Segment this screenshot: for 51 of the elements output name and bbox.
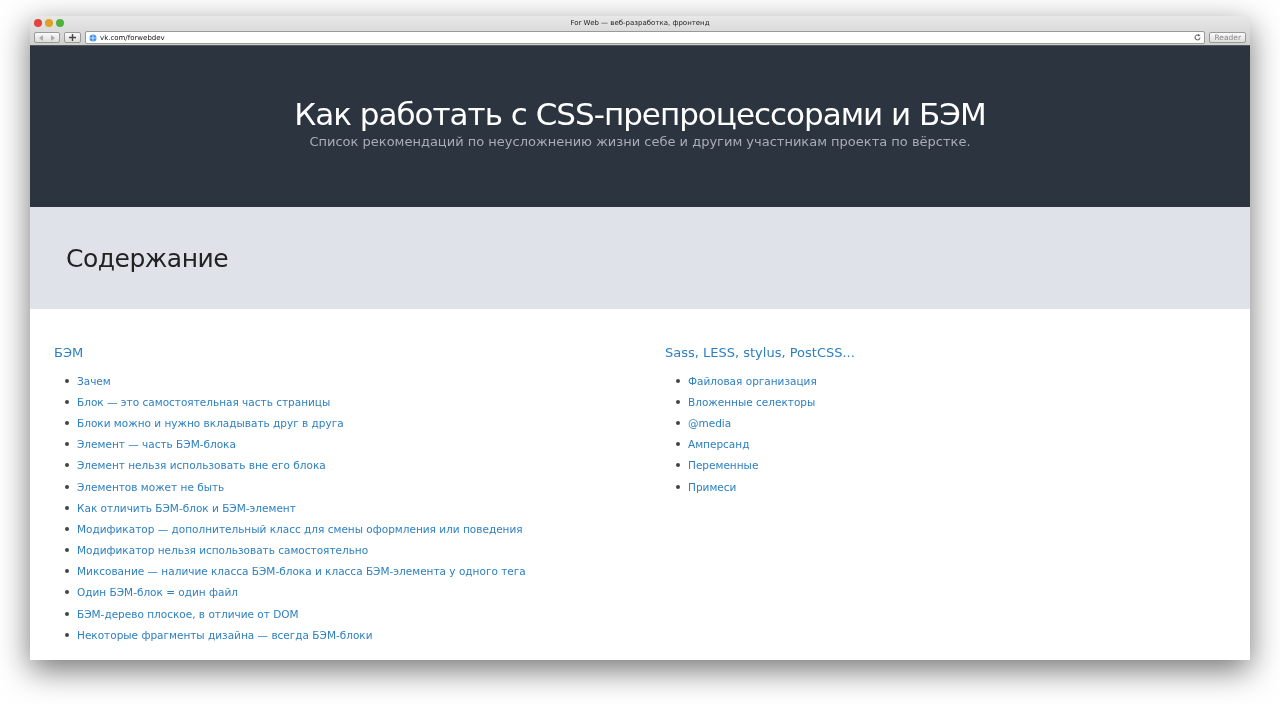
contents-link[interactable]: Блоки можно и нужно вкладывать друг в друга — [77, 416, 344, 429]
page-title: Как работать с CSS-препроцессорами и БЭМ — [294, 96, 986, 132]
contents-link[interactable]: Элемент нельзя использовать вне его блока — [77, 459, 326, 472]
contents-link[interactable]: Блок — это самостоятельная часть страницы — [77, 395, 331, 408]
contents-link[interactable]: Вложенные селекторы — [688, 395, 816, 408]
bullet-icon — [65, 420, 69, 425]
bullet-icon — [676, 378, 680, 383]
contents-link[interactable]: Элемент — часть БЭМ-блока — [77, 438, 236, 451]
add-button[interactable] — [64, 32, 81, 43]
bullet-icon — [65, 442, 69, 447]
page-subtitle: Список рекомендаций по неусложнению жизни себе и другим участникам проекта по вёрстке. — [309, 134, 971, 149]
arrows-icon — [39, 34, 55, 41]
bullet-icon — [65, 526, 69, 531]
bullet-icon — [676, 442, 680, 447]
bullet-icon — [676, 399, 680, 404]
bullet-icon — [65, 611, 69, 616]
minimize-icon[interactable] — [45, 19, 53, 27]
contents-link[interactable]: Модификатор нельзя использовать самостоятельно — [77, 544, 369, 557]
contents-link[interactable]: Один БЭМ-блок = один файл — [77, 586, 239, 599]
contents-heading: Содержание — [66, 243, 229, 273]
contents-link[interactable]: Примеси — [688, 480, 737, 493]
bullet-icon — [676, 484, 680, 489]
section-heading: БЭМ — [54, 345, 85, 360]
plus-icon — [69, 34, 76, 41]
zoom-icon[interactable] — [56, 19, 64, 27]
reload-icon[interactable] — [1194, 34, 1202, 41]
section-heading: Sass, LESS, stylus, PostCSS... — [665, 345, 856, 360]
contents-link[interactable]: Файловая организация — [688, 374, 817, 387]
contents-link[interactable]: БЭМ-дерево плоское, в отличие от DOM — [77, 607, 299, 620]
bullet-icon — [65, 569, 69, 574]
globe-icon — [89, 33, 97, 42]
bullet-icon — [65, 548, 69, 553]
bullet-icon — [65, 632, 69, 637]
contents-link[interactable]: Элементов может не быть — [77, 480, 225, 493]
bullet-icon — [65, 505, 69, 510]
bullet-icon — [676, 463, 680, 468]
bullet-icon — [65, 378, 69, 383]
bullet-icon — [65, 399, 69, 404]
contents-link[interactable]: Модификатор — дополнительный класс для смены оформления или поведения — [77, 522, 523, 535]
contents-link[interactable]: Зачем — [77, 374, 111, 387]
bullet-icon — [676, 420, 680, 425]
contents-link[interactable]: Некоторые фрагменты дизайна — всегда БЭМ-блоки — [77, 628, 373, 641]
bullet-icon — [65, 463, 69, 468]
contents-link[interactable]: Переменные — [688, 459, 759, 472]
close-icon[interactable] — [34, 19, 42, 27]
contents-link[interactable]: Как отличить БЭМ-блок и БЭМ-элемент — [77, 501, 296, 514]
bullet-icon — [65, 590, 69, 595]
contents-link[interactable]: Амперсанд — [688, 438, 750, 451]
bullet-icon — [65, 484, 69, 489]
contents-link[interactable]: @media — [688, 416, 732, 429]
contents-link[interactable]: Миксование — наличие класса БЭМ-блока и класса БЭМ-элемента у одного тега — [77, 565, 526, 578]
